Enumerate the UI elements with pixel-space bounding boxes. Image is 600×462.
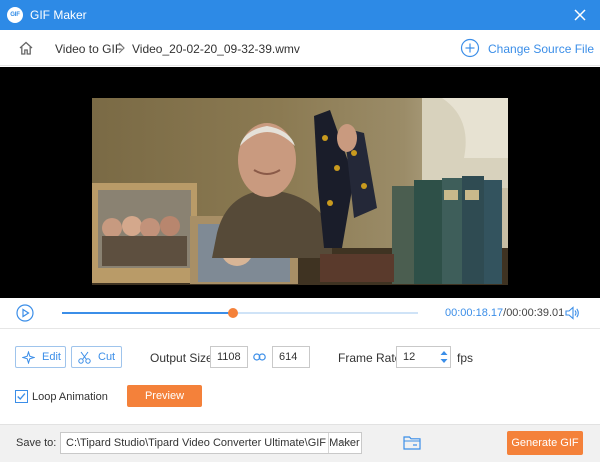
stepper-arrows-icon[interactable] xyxy=(439,348,449,366)
app-logo-icon: GIF xyxy=(7,7,23,23)
title-bar: GIF GIF Maker xyxy=(0,0,600,30)
volume-icon[interactable] xyxy=(564,305,580,321)
window-title: GIF Maker xyxy=(30,8,87,22)
preview-button[interactable]: Preview xyxy=(127,385,202,407)
video-preview-area xyxy=(0,67,600,298)
output-width-input[interactable] xyxy=(210,346,248,368)
edit-button[interactable]: Edit xyxy=(15,346,66,368)
output-height-input[interactable] xyxy=(272,346,310,368)
edit-label: Edit xyxy=(42,351,61,363)
close-icon[interactable] xyxy=(572,7,588,23)
footer-bar: Save to: C:\Tipard Studio\Tipard Video C… xyxy=(0,424,600,462)
play-icon[interactable] xyxy=(16,304,34,322)
cut-label: Cut xyxy=(98,351,116,363)
save-path-field[interactable]: C:\Tipard Studio\Tipard Video Converter … xyxy=(60,432,362,454)
generate-gif-button[interactable]: Generate GIF xyxy=(507,431,583,455)
home-icon[interactable] xyxy=(18,40,34,56)
current-time: 00:00:18.17 xyxy=(445,307,504,319)
cut-button[interactable]: Cut xyxy=(71,346,122,368)
progress-slider[interactable] xyxy=(62,308,418,318)
save-path-value: C:\Tipard Studio\Tipard Video Converter … xyxy=(66,437,360,449)
change-source-label: Change Source File xyxy=(488,42,595,56)
gif-settings-panel: Edit Cut Output Size: Frame Rate: fps Lo… xyxy=(0,328,600,424)
save-to-label: Save to: xyxy=(16,437,57,449)
output-size-label: Output Size: xyxy=(150,351,217,365)
add-circle-icon xyxy=(460,38,480,58)
progress-fill xyxy=(62,312,233,314)
loop-animation-checkbox[interactable] xyxy=(15,390,28,403)
time-display: 00:00:18.17/00:00:39.01 xyxy=(445,307,564,319)
scissors-icon xyxy=(78,351,91,364)
checkmark-icon xyxy=(17,393,26,401)
chevron-right-icon xyxy=(118,42,125,54)
playback-bar: 00:00:18.17/00:00:39.01 xyxy=(0,298,600,328)
breadcrumb-file: Video_20-02-20_09-32-39.wmv xyxy=(132,42,300,56)
folder-icon[interactable] xyxy=(403,435,421,450)
progress-thumb[interactable] xyxy=(227,308,238,318)
edit-sparkle-icon xyxy=(22,351,35,364)
browse-more-button[interactable]: ··· xyxy=(328,433,361,453)
loop-animation-label[interactable]: Loop Animation xyxy=(32,391,108,403)
video-frame[interactable] xyxy=(92,98,508,285)
fps-unit: fps xyxy=(457,351,474,365)
breadcrumb: Video to GIF Video_20-02-20_09-32-39.wmv… xyxy=(0,30,600,66)
total-time: 00:00:39.01 xyxy=(506,307,565,319)
frame-rate-label: Frame Rate: xyxy=(338,351,405,365)
breadcrumb-section[interactable]: Video to GIF xyxy=(55,42,122,56)
link-ratio-icon[interactable] xyxy=(253,352,266,362)
